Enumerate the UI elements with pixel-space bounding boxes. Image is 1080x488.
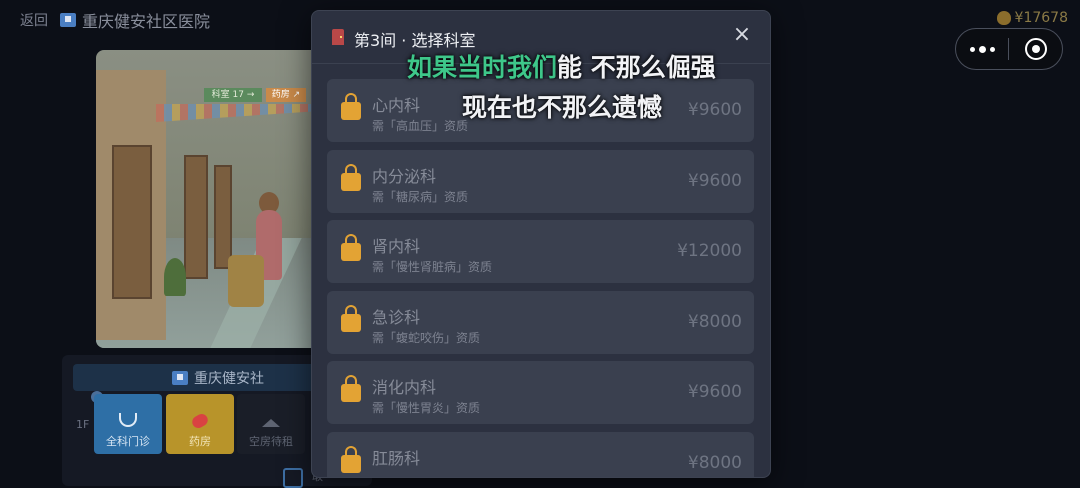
lock-icon bbox=[341, 375, 361, 402]
miniprogram-capsule bbox=[955, 28, 1063, 70]
close-miniprogram-button[interactable] bbox=[1009, 38, 1062, 60]
pharmacy-sign: 药房 ↗ bbox=[266, 88, 306, 102]
door bbox=[184, 155, 208, 279]
room-pharmacy[interactable]: 药房 bbox=[166, 394, 234, 454]
house-icon bbox=[262, 419, 280, 427]
back-button[interactable]: 返回 bbox=[20, 10, 48, 30]
select-department-modal: 第3间 · 选择科室 × 心内科 需「高血压」资质 ¥9600 内分泌科 需「糖… bbox=[311, 10, 771, 478]
department-name: 心内科 bbox=[372, 96, 421, 115]
hospital-title: 重庆健安社区医院 bbox=[60, 8, 210, 32]
money-bag-icon bbox=[996, 11, 1011, 25]
department-price: ¥12000 bbox=[677, 241, 742, 261]
room-label: 药房 bbox=[189, 435, 211, 448]
hospital-name: 重庆健安社区医院 bbox=[82, 12, 211, 31]
department-price: ¥8000 bbox=[687, 312, 742, 332]
room-vacant[interactable]: 空房待租 bbox=[237, 394, 305, 454]
department-item-endocrinology[interactable]: 内分泌科 需「糖尿病」资质 ¥9600 bbox=[327, 150, 754, 213]
department-price: ¥9600 bbox=[687, 382, 742, 402]
lock-icon bbox=[341, 234, 361, 261]
more-menu-button[interactable] bbox=[956, 45, 1008, 53]
department-name: 内分泌科 bbox=[372, 167, 437, 186]
room-general-clinic[interactable]: 全科门诊 bbox=[94, 394, 162, 454]
lyric-line-2: 现在也不那么遗憾 bbox=[462, 93, 663, 122]
department-requirement: 需「慢性胃炎」资质 bbox=[372, 401, 481, 415]
hospital-icon bbox=[60, 13, 76, 27]
lock-icon bbox=[341, 164, 361, 191]
lock-icon bbox=[341, 446, 361, 473]
department-requirement: 需「慢性肾脏病」资质 bbox=[372, 260, 493, 274]
lyric-highlight: 如果当时我们 bbox=[407, 53, 558, 82]
bunting-flags bbox=[156, 104, 316, 122]
lyric-rest: 能 不那么倔强 bbox=[557, 53, 716, 82]
lyric-line-1: 如果当时我们能 不那么倔强 bbox=[407, 48, 716, 84]
stroller bbox=[228, 255, 264, 307]
floor-label: 1F bbox=[76, 418, 90, 431]
room-label: 空房待租 bbox=[249, 435, 293, 448]
lock-icon bbox=[341, 93, 361, 120]
money-display: ¥17678 bbox=[996, 10, 1068, 26]
stethoscope-icon bbox=[119, 413, 137, 427]
department-name: 肛肠科 bbox=[372, 449, 421, 468]
department-requirement: 需「高血压」资质 bbox=[372, 119, 469, 133]
dot-icon bbox=[978, 45, 986, 53]
door-icon bbox=[332, 29, 344, 45]
department-price: ¥9600 bbox=[687, 100, 742, 120]
pill-icon bbox=[190, 411, 210, 431]
department-price: ¥9600 bbox=[687, 171, 742, 191]
corridor-sign: 科室 17 → bbox=[204, 88, 262, 102]
target-icon bbox=[1024, 38, 1047, 60]
department-requirement: 需「蝮蛇咬伤」资质 bbox=[372, 331, 481, 345]
department-item-gastroenterology[interactable]: 消化内科 需「慢性胃炎」资质 ¥9600 bbox=[327, 361, 754, 424]
department-name: 消化内科 bbox=[372, 378, 437, 397]
floor-panel-title: 重庆健安社 bbox=[194, 370, 264, 387]
hospital-corridor-illustration: 科室 17 → 药房 ↗ bbox=[96, 50, 328, 348]
room-label: 全科门诊 bbox=[106, 435, 150, 448]
money-amount: ¥17678 bbox=[1014, 10, 1068, 26]
close-button[interactable]: × bbox=[730, 23, 754, 47]
door bbox=[112, 145, 152, 299]
department-name: 肾内科 bbox=[372, 237, 421, 256]
door bbox=[214, 165, 232, 269]
department-requirement: 需「糖尿病」资质 bbox=[372, 190, 469, 204]
building-icon[interactable] bbox=[283, 468, 303, 488]
dot-icon bbox=[989, 46, 995, 52]
hospital-icon bbox=[172, 370, 188, 385]
department-name: 急诊科 bbox=[372, 308, 421, 327]
department-price: ¥8000 bbox=[687, 453, 742, 473]
potted-plant bbox=[164, 258, 186, 296]
department-item-proctology[interactable]: 肛肠科 ¥8000 bbox=[327, 432, 754, 477]
lock-icon bbox=[341, 305, 361, 332]
dot-icon bbox=[969, 46, 975, 52]
department-item-emergency[interactable]: 急诊科 需「蝮蛇咬伤」资质 ¥8000 bbox=[327, 291, 754, 354]
department-item-nephrology[interactable]: 肾内科 需「慢性肾脏病」资质 ¥12000 bbox=[327, 220, 754, 283]
